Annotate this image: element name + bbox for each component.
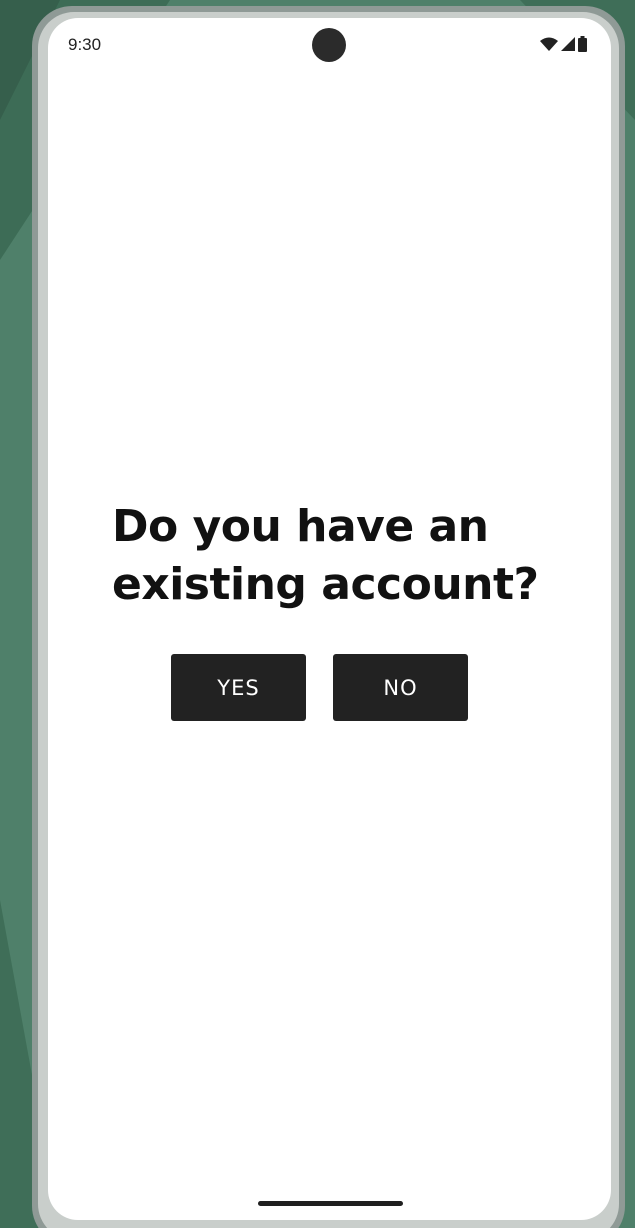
wifi-icon	[540, 37, 558, 51]
status-time: 9:30	[68, 35, 102, 54]
signal-icon	[561, 37, 575, 51]
camera-icon	[312, 28, 346, 62]
home-indicator[interactable]	[258, 1201, 403, 1206]
no-button[interactable]: NO	[333, 654, 468, 721]
phone-screen: 9:30 Do you have an existing account? YE…	[48, 18, 611, 1220]
question-heading: Do you have an existing account?	[112, 501, 539, 610]
yes-button[interactable]: YES	[171, 654, 306, 721]
status-icons	[540, 36, 587, 52]
battery-icon	[578, 36, 587, 52]
